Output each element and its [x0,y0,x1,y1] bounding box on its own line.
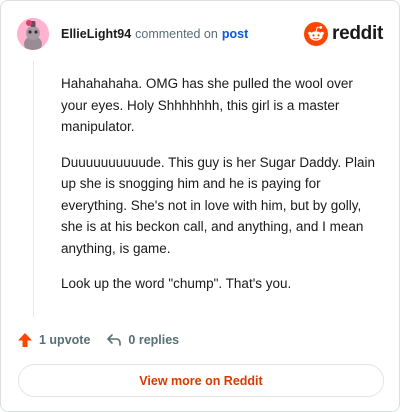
upvote-count: 1 upvote [39,333,91,347]
embedded-comment-card: EllieLight94 commented on post reddit Ha… [0,0,400,412]
reddit-brand[interactable]: reddit [304,22,383,46]
reply-button[interactable]: 0 replies [106,332,179,348]
comment-paragraph: Hahahahaha. OMG has she pulled the wool … [61,76,353,134]
avatar[interactable] [17,18,49,50]
comment-meta: EllieLight94 commented on post [61,27,248,41]
thread-line [33,61,34,317]
reddit-logo-icon [304,22,329,46]
reply-arrow-icon [107,334,122,346]
upvote-button[interactable]: 1 upvote [17,332,90,348]
avatar-icon [17,18,49,50]
action-text: commented on [135,27,218,41]
username[interactable]: EllieLight94 [61,27,131,41]
post-link[interactable]: post [222,27,248,41]
brand-name: reddit [332,23,383,44]
reply-count: 0 replies [128,333,180,347]
view-more-button[interactable]: View more on Reddit [18,364,384,397]
comment-paragraph: Look up the word "chump". That's you. [61,276,292,291]
comment-paragraph: Duuuuuuuuuude. This guy is her Sugar Dad… [61,154,375,256]
comment-body: Hahahahaha. OMG has she pulled the wool … [61,73,379,309]
upvote-arrow-icon [18,333,32,347]
comment-header: EllieLight94 commented on post reddit [17,17,383,51]
comment-actions: 1 upvote 0 replies [17,329,195,351]
